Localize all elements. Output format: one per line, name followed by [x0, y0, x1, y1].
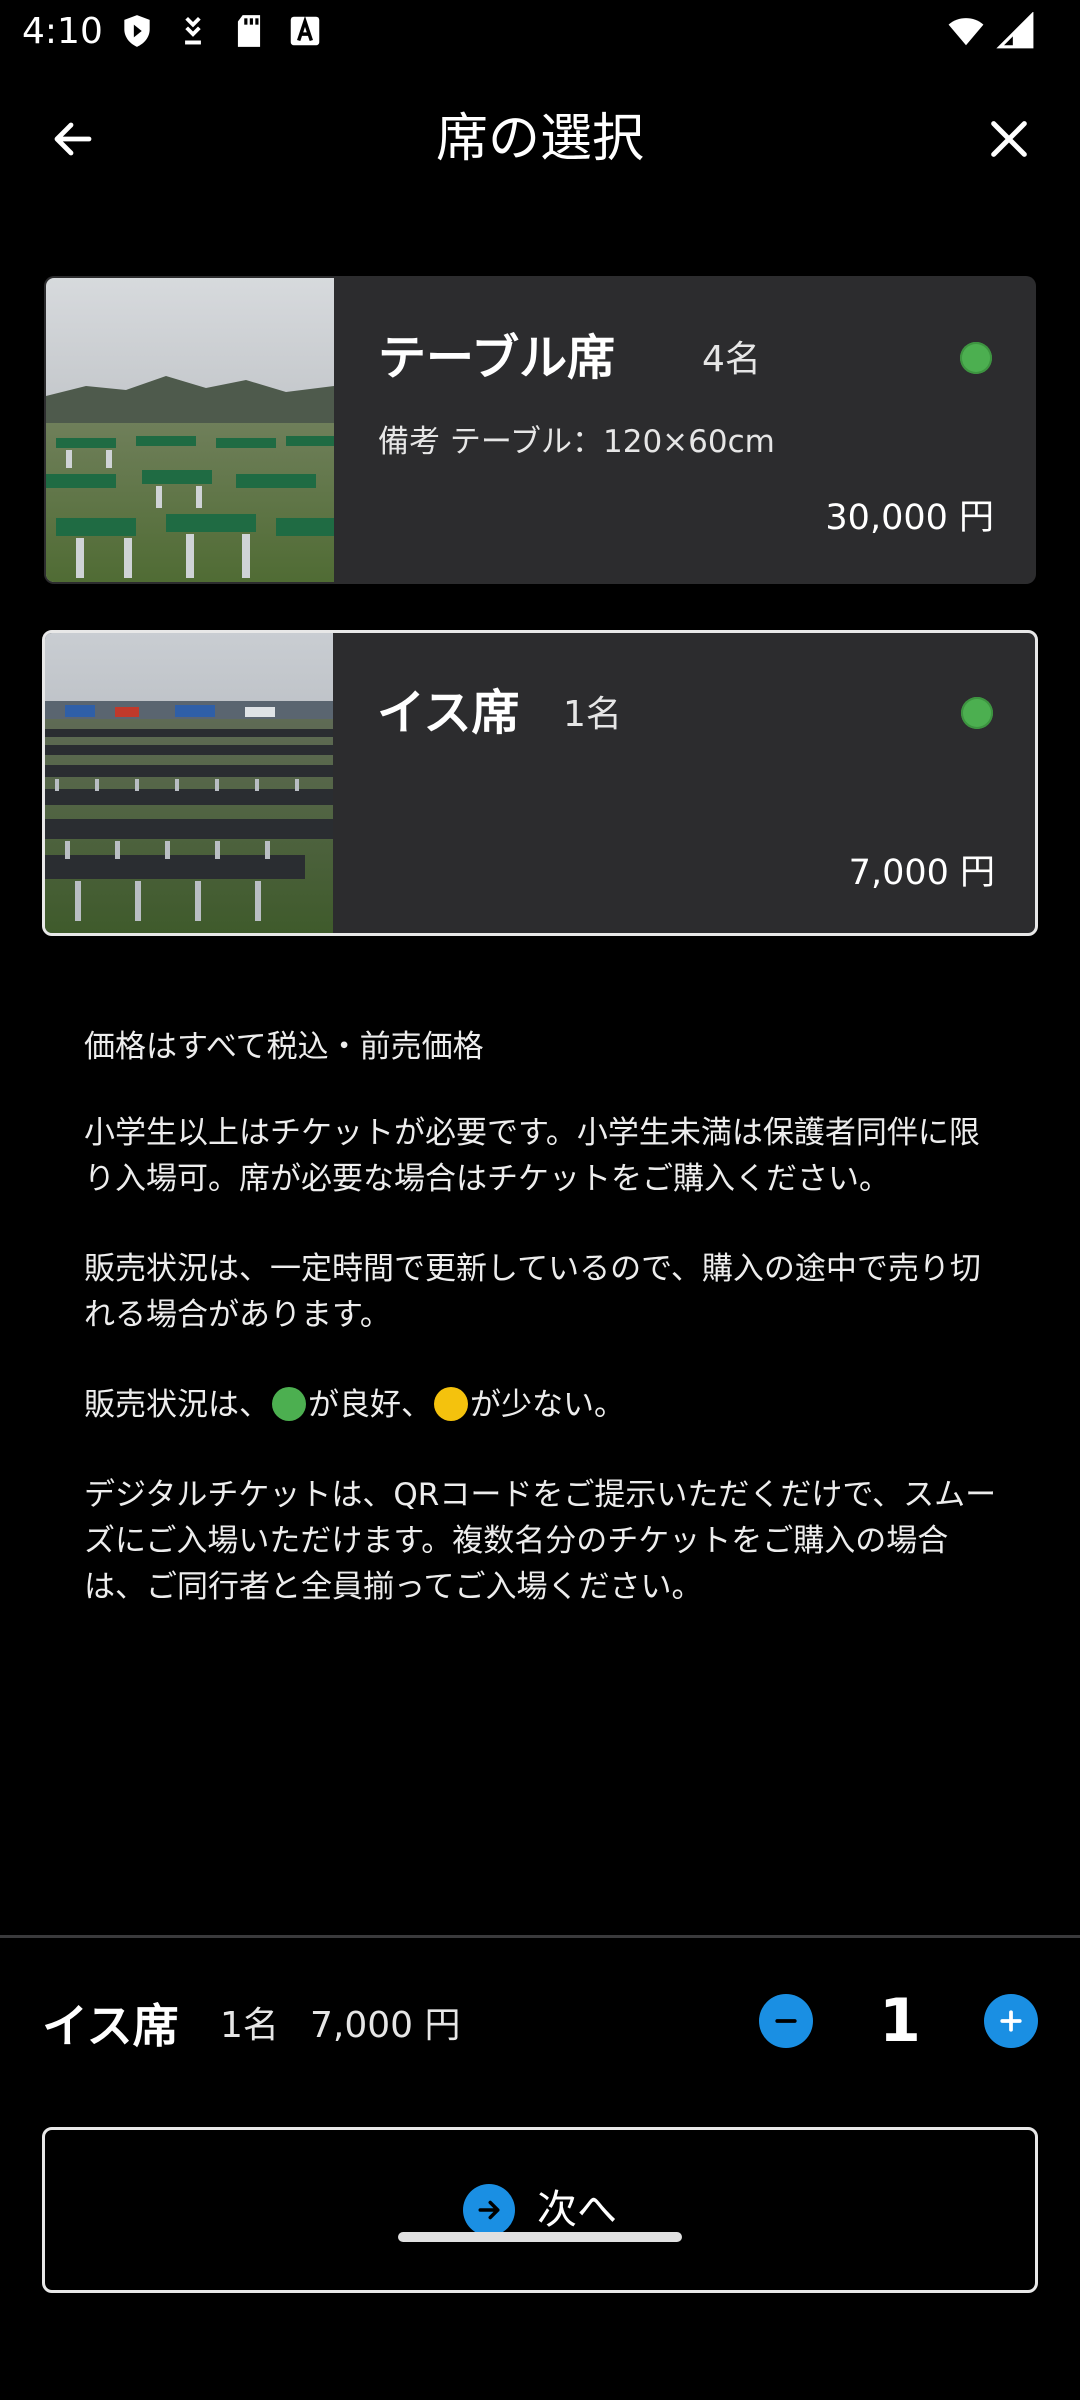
- minus-icon: [775, 2019, 797, 2023]
- selection-summary-bar: イス席 1名 7,000 円 1: [0, 1960, 1080, 2090]
- seat-price: 30,000 円: [825, 498, 994, 538]
- seat-capacity: 1名: [563, 694, 622, 735]
- page-title: 席の選択: [435, 109, 644, 169]
- close-icon: [991, 121, 1027, 157]
- close-button[interactable]: [974, 104, 1044, 174]
- green-dot-icon: [272, 1387, 306, 1421]
- seat-capacity: 4名: [702, 339, 761, 380]
- availability-good-indicator: [960, 342, 992, 374]
- selected-seat-price: 7,000 円: [310, 2005, 461, 2046]
- plus-icon: [1000, 2010, 1022, 2032]
- increase-quantity-button[interactable]: [984, 1994, 1038, 2048]
- arrow-right-circle-icon: [463, 2184, 515, 2236]
- selected-seat-capacity: 1名: [220, 2005, 279, 2046]
- top-app-bar: 席の選択: [0, 90, 1080, 186]
- legend-few: が少ない。: [470, 1387, 625, 1423]
- status-left-icons: [118, 12, 324, 50]
- seat-card-body: テーブル席 4名 備考 テーブル：120×60cm 30,000 円: [334, 278, 1034, 582]
- sd-card-icon: [230, 12, 268, 50]
- seat-card-chair[interactable]: イス席 1名 7,000 円: [42, 630, 1038, 936]
- signal-icon: [996, 11, 1036, 50]
- legend-good: が良好、: [308, 1387, 432, 1423]
- note-digital-ticket: デジタルチケットは、QRコードをご提示いただくだけで、スムーズにご入場いただけま…: [84, 1477, 997, 1605]
- seat-name: イス席: [377, 685, 520, 741]
- status-right-icons: [946, 11, 1036, 50]
- home-gesture-handle[interactable]: [398, 2232, 682, 2242]
- wifi-icon: [946, 12, 986, 50]
- table-seat-photo: [46, 278, 334, 582]
- purchase-notes: 価格はすべて税込・前売価格 小学生以上はチケットが必要です。小学生未満は保護者同…: [84, 1024, 1004, 1654]
- status-time: 4:10: [22, 11, 103, 52]
- seat-card-table[interactable]: テーブル席 4名 備考 テーブル：120×60cm 30,000 円: [44, 276, 1036, 584]
- note-child-policy: 小学生以上はチケットが必要です。小学生未満は保護者同伴に限り入場可。席が必要な場…: [84, 1115, 980, 1197]
- seat-card-body: イス席 1名 7,000 円: [333, 633, 1035, 933]
- seat-note: 備考 テーブル：120×60cm: [378, 424, 775, 460]
- seat-price: 7,000 円: [848, 853, 995, 893]
- selected-seat-name: イス席: [42, 1999, 179, 2053]
- divider: [0, 1935, 1080, 1938]
- status-bar: 4:10: [0, 0, 1080, 64]
- next-button[interactable]: 次へ: [42, 2127, 1038, 2293]
- availability-good-indicator: [961, 697, 993, 729]
- text-a-icon: [286, 12, 324, 50]
- quantity-value: 1: [879, 1986, 921, 2056]
- note-tax-included: 価格はすべて税込・前売価格: [84, 1029, 484, 1065]
- next-button-label: 次へ: [537, 2187, 617, 2233]
- seat-selection-screen: 4:10 席の選択 テーブル席 4名 備考 テーブル：120×60cm 30,0…: [0, 0, 1080, 2400]
- shield-icon: [118, 12, 156, 50]
- decrease-quantity-button[interactable]: [759, 1994, 813, 2048]
- note-availability-legend: 販売状況は、 が良好、 が少ない。: [84, 1382, 1004, 1428]
- seat-name: テーブル席: [378, 330, 616, 386]
- chair-seat-photo: [45, 633, 333, 933]
- legend-prefix: 販売状況は、: [84, 1387, 270, 1423]
- download-icon: [174, 12, 212, 50]
- note-sales-update: 販売状況は、一定時間で更新しているので、購入の途中で売り切れる場合があります。: [84, 1251, 981, 1333]
- yellow-dot-icon: [434, 1387, 468, 1421]
